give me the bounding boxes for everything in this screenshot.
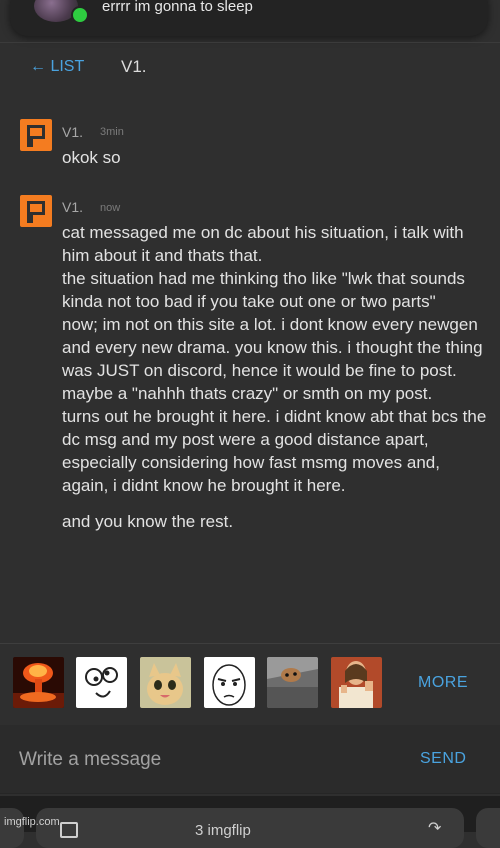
- divider: [0, 793, 500, 794]
- more-memes-button[interactable]: MORE: [418, 674, 468, 692]
- conversation-title: V1.: [121, 57, 147, 76]
- message-body: cat messaged me on dc about his situatio…: [62, 221, 490, 533]
- meme-thumbnail-okay-face[interactable]: [204, 657, 255, 708]
- meme-thumbnail-nuclear-explosion[interactable]: [13, 657, 64, 708]
- tabs-icon[interactable]: [60, 822, 78, 838]
- message-author[interactable]: V1.: [62, 124, 83, 140]
- meme-thumbnail-derp-face[interactable]: [76, 657, 127, 708]
- meme-thumbnail-buddy-christ[interactable]: [331, 657, 382, 708]
- message-time: now: [100, 202, 121, 214]
- online-status-dot: [71, 6, 89, 24]
- meme-thumbnail-ceiling-cat[interactable]: [267, 657, 318, 708]
- url-text[interactable]: 3 imgflip: [195, 822, 251, 839]
- message-body: okok so: [62, 146, 490, 169]
- browser-back-pill[interactable]: [0, 808, 24, 848]
- message-line: cat messaged me on dc about his situatio…: [62, 223, 464, 265]
- message-time: 3min: [100, 126, 124, 138]
- message-author[interactable]: V1.: [62, 199, 83, 215]
- notification-banner[interactable]: errrr im gonna to sleep: [10, 0, 488, 36]
- notification-text: errrr im gonna to sleep: [102, 0, 253, 15]
- divider: [0, 643, 500, 644]
- message-line: okok so: [62, 148, 121, 167]
- meme-thumbnail-happy-cat[interactable]: [140, 657, 191, 708]
- message-line: the situation had me thinking tho like "…: [62, 269, 465, 311]
- user-avatar[interactable]: [20, 195, 52, 227]
- message-line: and you know the rest.: [62, 512, 234, 531]
- message-input[interactable]: [19, 747, 379, 773]
- message-line: now; im not on this site a lot. i dont k…: [62, 315, 483, 403]
- share-icon[interactable]: ↷: [428, 818, 441, 838]
- divider: [0, 42, 500, 43]
- back-to-list-link[interactable]: ← LIST: [30, 58, 84, 76]
- user-avatar[interactable]: [20, 119, 52, 151]
- message-line: turns out he brought it here. i didnt kn…: [62, 407, 487, 495]
- message-composer: SEND: [0, 725, 500, 793]
- browser-forward-pill[interactable]: [476, 808, 500, 848]
- send-button[interactable]: SEND: [420, 750, 466, 768]
- imgflip-watermark: imgflip.com: [4, 816, 60, 828]
- browser-toolbar: 3 imgflip ↷: [0, 796, 500, 848]
